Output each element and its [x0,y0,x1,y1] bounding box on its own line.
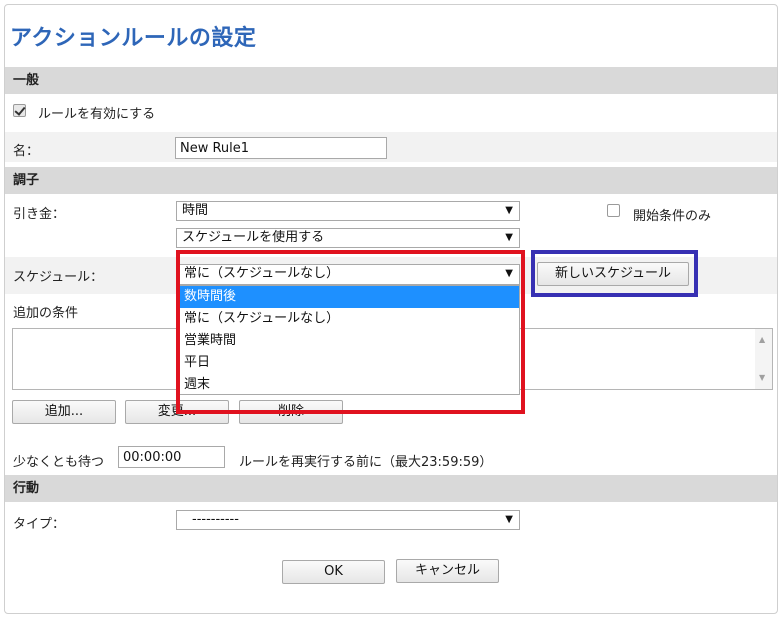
cancel-button[interactable]: キャンセル [396,559,499,583]
start-condition-only-label: 開始条件のみ [633,209,712,224]
schedule-label: スケジュール： [13,270,104,285]
section-header-action: 行動 [5,475,777,502]
section-header-condition: 調子 [5,167,777,194]
section-header-general: 一般 [5,67,777,94]
rule-name-input[interactable] [175,137,387,159]
scroll-up-icon[interactable]: ▲ [759,335,765,344]
add-condition-button[interactable]: 追加... [12,400,116,424]
trigger-select-value: 時間 [182,203,209,218]
action-type-label: タイプ： [13,517,66,532]
trigger-select[interactable]: 時間 ▼ [176,201,520,221]
start-condition-only-checkbox[interactable] [607,204,620,217]
wait-time-input[interactable] [118,446,225,468]
chevron-down-icon: ▼ [505,205,513,216]
ok-button[interactable]: OK [282,560,385,584]
enable-rule-label: ルールを有効にする [38,107,156,122]
chevron-down-icon: ▼ [505,514,513,525]
red-annotation-box [176,250,525,414]
action-type-select-value: ---------- [192,512,239,527]
name-label: 名： [13,144,40,159]
trigger-label: 引き金： [13,207,66,222]
action-type-select[interactable]: ---------- ▼ [176,510,520,530]
wait-suffix-label: ルールを再実行する前に（最大23:59:59） [239,455,493,470]
additional-conditions-label: 追加の条件 [13,306,79,321]
list-scrollbar[interactable]: ▲ ▼ [755,329,772,389]
scroll-down-icon[interactable]: ▼ [759,373,765,382]
trigger-sub-select-value: スケジュールを使用する [182,230,325,245]
trigger-sub-select[interactable]: スケジュールを使用する ▼ [176,228,520,248]
enable-rule-checkbox[interactable] [13,104,26,117]
blue-annotation-box [531,250,698,297]
chevron-down-icon: ▼ [505,232,513,243]
name-row [5,132,777,162]
wait-label: 少なくとも待つ [13,455,105,470]
page-title: アクションルールの設定 [10,26,257,51]
